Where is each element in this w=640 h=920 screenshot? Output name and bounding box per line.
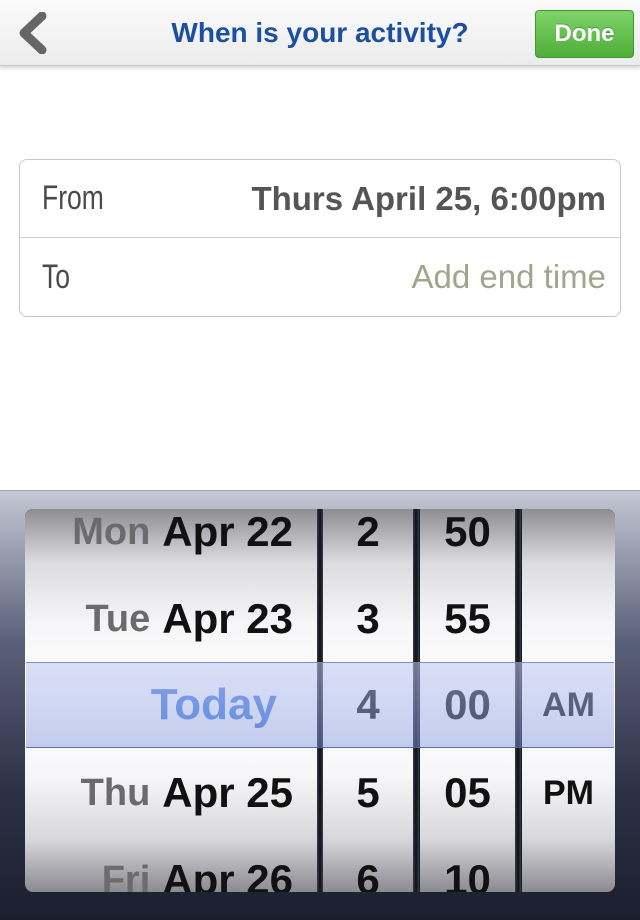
day-date: Apr 26 [162, 856, 293, 892]
ampm-wheel[interactable]: AM PM [522, 509, 615, 892]
minute-item[interactable]: 50 [420, 509, 515, 575]
hour-item[interactable]: 3 [323, 576, 413, 662]
to-row[interactable]: To Add end time [20, 238, 620, 316]
minute-item[interactable]: 05 [420, 750, 515, 836]
page-title: When is your activity? [171, 17, 469, 48]
picker-wheels: Mon Apr 22 Tue Apr 23 Today Thu Apr 25 F… [25, 509, 615, 892]
minute-wheel[interactable]: 50 55 00 05 10 [420, 509, 515, 892]
hour-item[interactable]: 5 [323, 750, 413, 836]
from-value: Thurs April 25, 6:00pm [251, 179, 606, 217]
ampm-item-selected[interactable]: AM [522, 662, 615, 748]
day-date: Apr 25 [162, 769, 293, 816]
navigation-bar: When is your activity? Done [0, 0, 640, 66]
day-weekday: Fri [101, 858, 151, 893]
done-button[interactable]: Done [535, 10, 634, 58]
day-date: Apr 23 [162, 595, 293, 642]
day-item[interactable]: Mon Apr 22 [25, 509, 317, 575]
hour-item[interactable]: 2 [323, 509, 413, 575]
day-wheel[interactable]: Mon Apr 22 Tue Apr 23 Today Thu Apr 25 F… [25, 509, 317, 892]
hour-wheel[interactable]: 2 3 4 5 6 [323, 509, 413, 892]
day-item[interactable]: Tue Apr 23 [25, 576, 317, 662]
from-row[interactable]: From Thurs April 25, 6:00pm [20, 160, 620, 238]
minute-item[interactable]: 55 [420, 576, 515, 662]
date-time-picker: Mon Apr 22 Tue Apr 23 Today Thu Apr 25 F… [0, 490, 640, 920]
minute-item[interactable]: 10 [420, 837, 515, 892]
day-weekday: Tue [85, 597, 151, 640]
wheel-divider [515, 509, 521, 892]
from-label: From [42, 179, 104, 217]
day-item[interactable]: Thu Apr 25 [25, 750, 317, 836]
time-form: From Thurs April 25, 6:00pm To Add end t… [19, 159, 621, 317]
day-date: Apr 22 [162, 509, 293, 555]
day-weekday: Thu [80, 771, 151, 814]
minute-item-selected[interactable]: 00 [420, 662, 515, 748]
to-placeholder: Add end time [411, 258, 606, 295]
hour-item-selected[interactable]: 4 [323, 662, 413, 748]
back-button[interactable] [8, 8, 58, 58]
day-item[interactable]: Fri Apr 26 [25, 837, 317, 892]
wheel-divider [413, 509, 419, 892]
hour-item[interactable]: 6 [323, 837, 413, 892]
day-item-today[interactable]: Today [25, 662, 317, 748]
chevron-left-icon [19, 12, 47, 54]
day-weekday: Mon [72, 510, 151, 553]
ampm-item[interactable]: PM [522, 750, 615, 836]
to-label: To [42, 257, 71, 296]
